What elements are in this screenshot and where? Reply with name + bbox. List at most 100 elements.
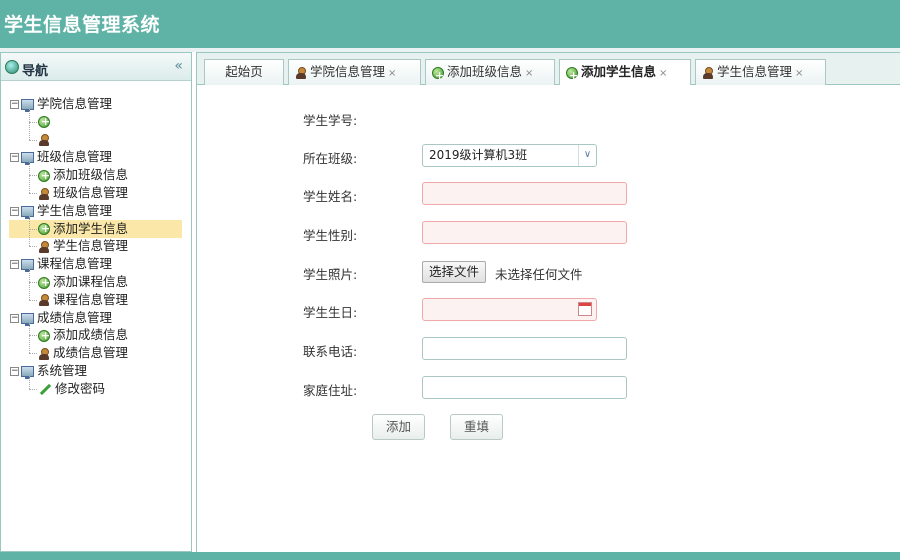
tree-group-4[interactable]: − 成绩信息管理 — [10, 309, 112, 327]
tab-2[interactable]: 添加班级信息× — [425, 59, 555, 88]
computer-icon — [21, 152, 34, 166]
close-icon[interactable]: × — [525, 68, 533, 79]
tree-connector — [29, 353, 37, 355]
tab-1[interactable]: 学院信息管理 × — [288, 59, 421, 86]
tree-connector — [29, 376, 30, 389]
tree-group-label: 班级信息管理 — [37, 149, 113, 165]
add-icon — [38, 220, 50, 238]
tab-0[interactable]: 起始页 — [204, 59, 284, 86]
tree-item-label: 班级信息管理 — [53, 185, 129, 200]
collapse-toggle-icon[interactable]: − — [10, 260, 19, 270]
tree-item-label: 添加班级信息 — [53, 167, 129, 183]
tree-item-label: 添加学生信息 — [53, 220, 129, 236]
tree-group-label: 成绩信息管理 — [37, 309, 113, 325]
calendar-icon[interactable] — [578, 302, 592, 316]
tree-group-label: 课程信息管理 — [37, 256, 113, 272]
submit-button[interactable]: 添加 — [372, 414, 425, 440]
birthday-input[interactable] — [422, 298, 597, 321]
class-select-value: 2019级计算机3班 — [429, 148, 528, 162]
collapse-toggle-icon[interactable]: − — [10, 153, 19, 163]
gender-input[interactable] — [422, 221, 627, 244]
tree-item[interactable]: 添加课程信息 — [38, 273, 129, 292]
collapse-toggle-icon[interactable]: − — [10, 313, 19, 323]
add-icon — [566, 64, 578, 88]
user-icon — [38, 294, 50, 307]
tree-item-label: 课程信息管理 — [53, 291, 129, 307]
tree-item[interactable]: 学生信息管理 — [38, 237, 128, 255]
chevron-down-icon[interactable]: ∨ — [578, 145, 596, 166]
tree-connector — [29, 175, 37, 177]
student-no-label: 学生学号: — [303, 113, 358, 128]
add-icon — [38, 274, 50, 292]
user-icon — [702, 66, 714, 79]
address-label: 家庭住址: — [303, 383, 358, 398]
tree-item[interactable] — [38, 113, 53, 131]
collapse-toggle-icon[interactable]: − — [10, 206, 19, 216]
tree-item[interactable]: 添加成绩信息 — [38, 326, 129, 345]
reset-button[interactable]: 重填 — [450, 414, 503, 440]
tree-connector — [29, 388, 37, 390]
address-input[interactable] — [422, 376, 627, 399]
collapse-toggle-icon[interactable]: − — [10, 100, 19, 109]
name-input[interactable] — [422, 182, 627, 205]
tree-item[interactable]: 课程信息管理 — [38, 291, 128, 309]
tree-group-1[interactable]: − 班级信息管理 — [10, 148, 112, 166]
tree-group-label: 系统管理 — [37, 363, 88, 378]
tree-connector — [29, 322, 30, 354]
user-icon — [38, 187, 50, 200]
tab-3[interactable]: 添加学生信息× — [559, 59, 691, 88]
nav-sidebar: 导航 « −学院信息管理−班级信息管理添加班级信息班级信息管理−学生信息管理添加… — [0, 52, 192, 552]
file-status-text: 未选择任何文件 — [495, 267, 583, 282]
tree-item-label: 修改密码 — [55, 380, 106, 396]
tree-item-label: 添加课程信息 — [53, 274, 129, 289]
nav-title: 导航 — [22, 64, 49, 79]
tab-label: 学生信息管理 — [717, 64, 793, 79]
tree-connector — [29, 282, 37, 283]
phone-input[interactable] — [422, 337, 627, 360]
nav-header: 导航 « — [1, 53, 191, 81]
choose-file-button[interactable]: 选择文件 — [422, 261, 487, 283]
tab-4[interactable]: 学生信息管理 × — [695, 59, 826, 86]
app-header: 学生信息管理系统 — [0, 0, 900, 48]
computer-icon — [21, 312, 34, 326]
tree-group-5[interactable]: − 系统管理 — [10, 362, 87, 380]
tree-group-0[interactable]: − 学院信息管理 — [10, 95, 112, 113]
user-icon — [38, 347, 50, 360]
close-icon[interactable]: × — [795, 68, 803, 79]
tree-connector — [29, 193, 37, 194]
tab-label: 添加学生信息 — [581, 64, 657, 79]
tree-item[interactable]: 成绩信息管理 — [38, 344, 128, 362]
tree-item[interactable] — [38, 131, 53, 149]
phone-label: 联系电话: — [303, 344, 358, 359]
tree-connector — [29, 139, 37, 141]
tree-connector — [29, 269, 30, 300]
tree-item-label: 学生信息管理 — [53, 238, 129, 254]
tab-bar: 起始页学院信息管理×添加班级信息×添加学生信息×学生信息管理× — [196, 52, 900, 88]
add-icon — [38, 327, 50, 345]
tree-group-2[interactable]: − 学生信息管理 — [10, 202, 112, 220]
tree-group-label: 学生信息管理 — [37, 202, 113, 218]
tree-group-3[interactable]: − 课程信息管理 — [10, 255, 112, 273]
close-icon[interactable]: × — [659, 68, 667, 79]
close-icon[interactable]: × — [388, 68, 396, 79]
tree-item[interactable]: 班级信息管理 — [38, 184, 128, 202]
tree-connector — [29, 246, 37, 248]
tree-connector — [29, 121, 37, 123]
add-icon — [432, 64, 444, 88]
birthday-label: 学生生日: — [303, 305, 358, 320]
computer-icon — [21, 205, 34, 219]
app-title: 学生信息管理系统 — [4, 14, 161, 36]
tree-item-label: 添加成绩信息 — [53, 327, 129, 343]
tree-connector — [29, 215, 30, 247]
tree-item[interactable]: 添加班级信息 — [38, 166, 129, 185]
photo-label: 学生照片: — [303, 267, 358, 282]
computer-icon — [21, 259, 34, 273]
add-student-form: 学生学号: 所在班级: 2019级计算机3班 ∨ 学生姓名: 学生性别: 学生照… — [196, 85, 900, 552]
globe-icon — [5, 60, 19, 74]
tree-item[interactable]: 修改密码 — [38, 380, 105, 398]
class-select[interactable]: 2019级计算机3班 ∨ — [422, 144, 597, 167]
collapse-toggle-icon[interactable]: − — [10, 367, 19, 376]
class-label: 所在班级: — [303, 151, 358, 166]
tree-connector — [29, 162, 30, 193]
collapse-icon[interactable]: « — [174, 58, 183, 74]
